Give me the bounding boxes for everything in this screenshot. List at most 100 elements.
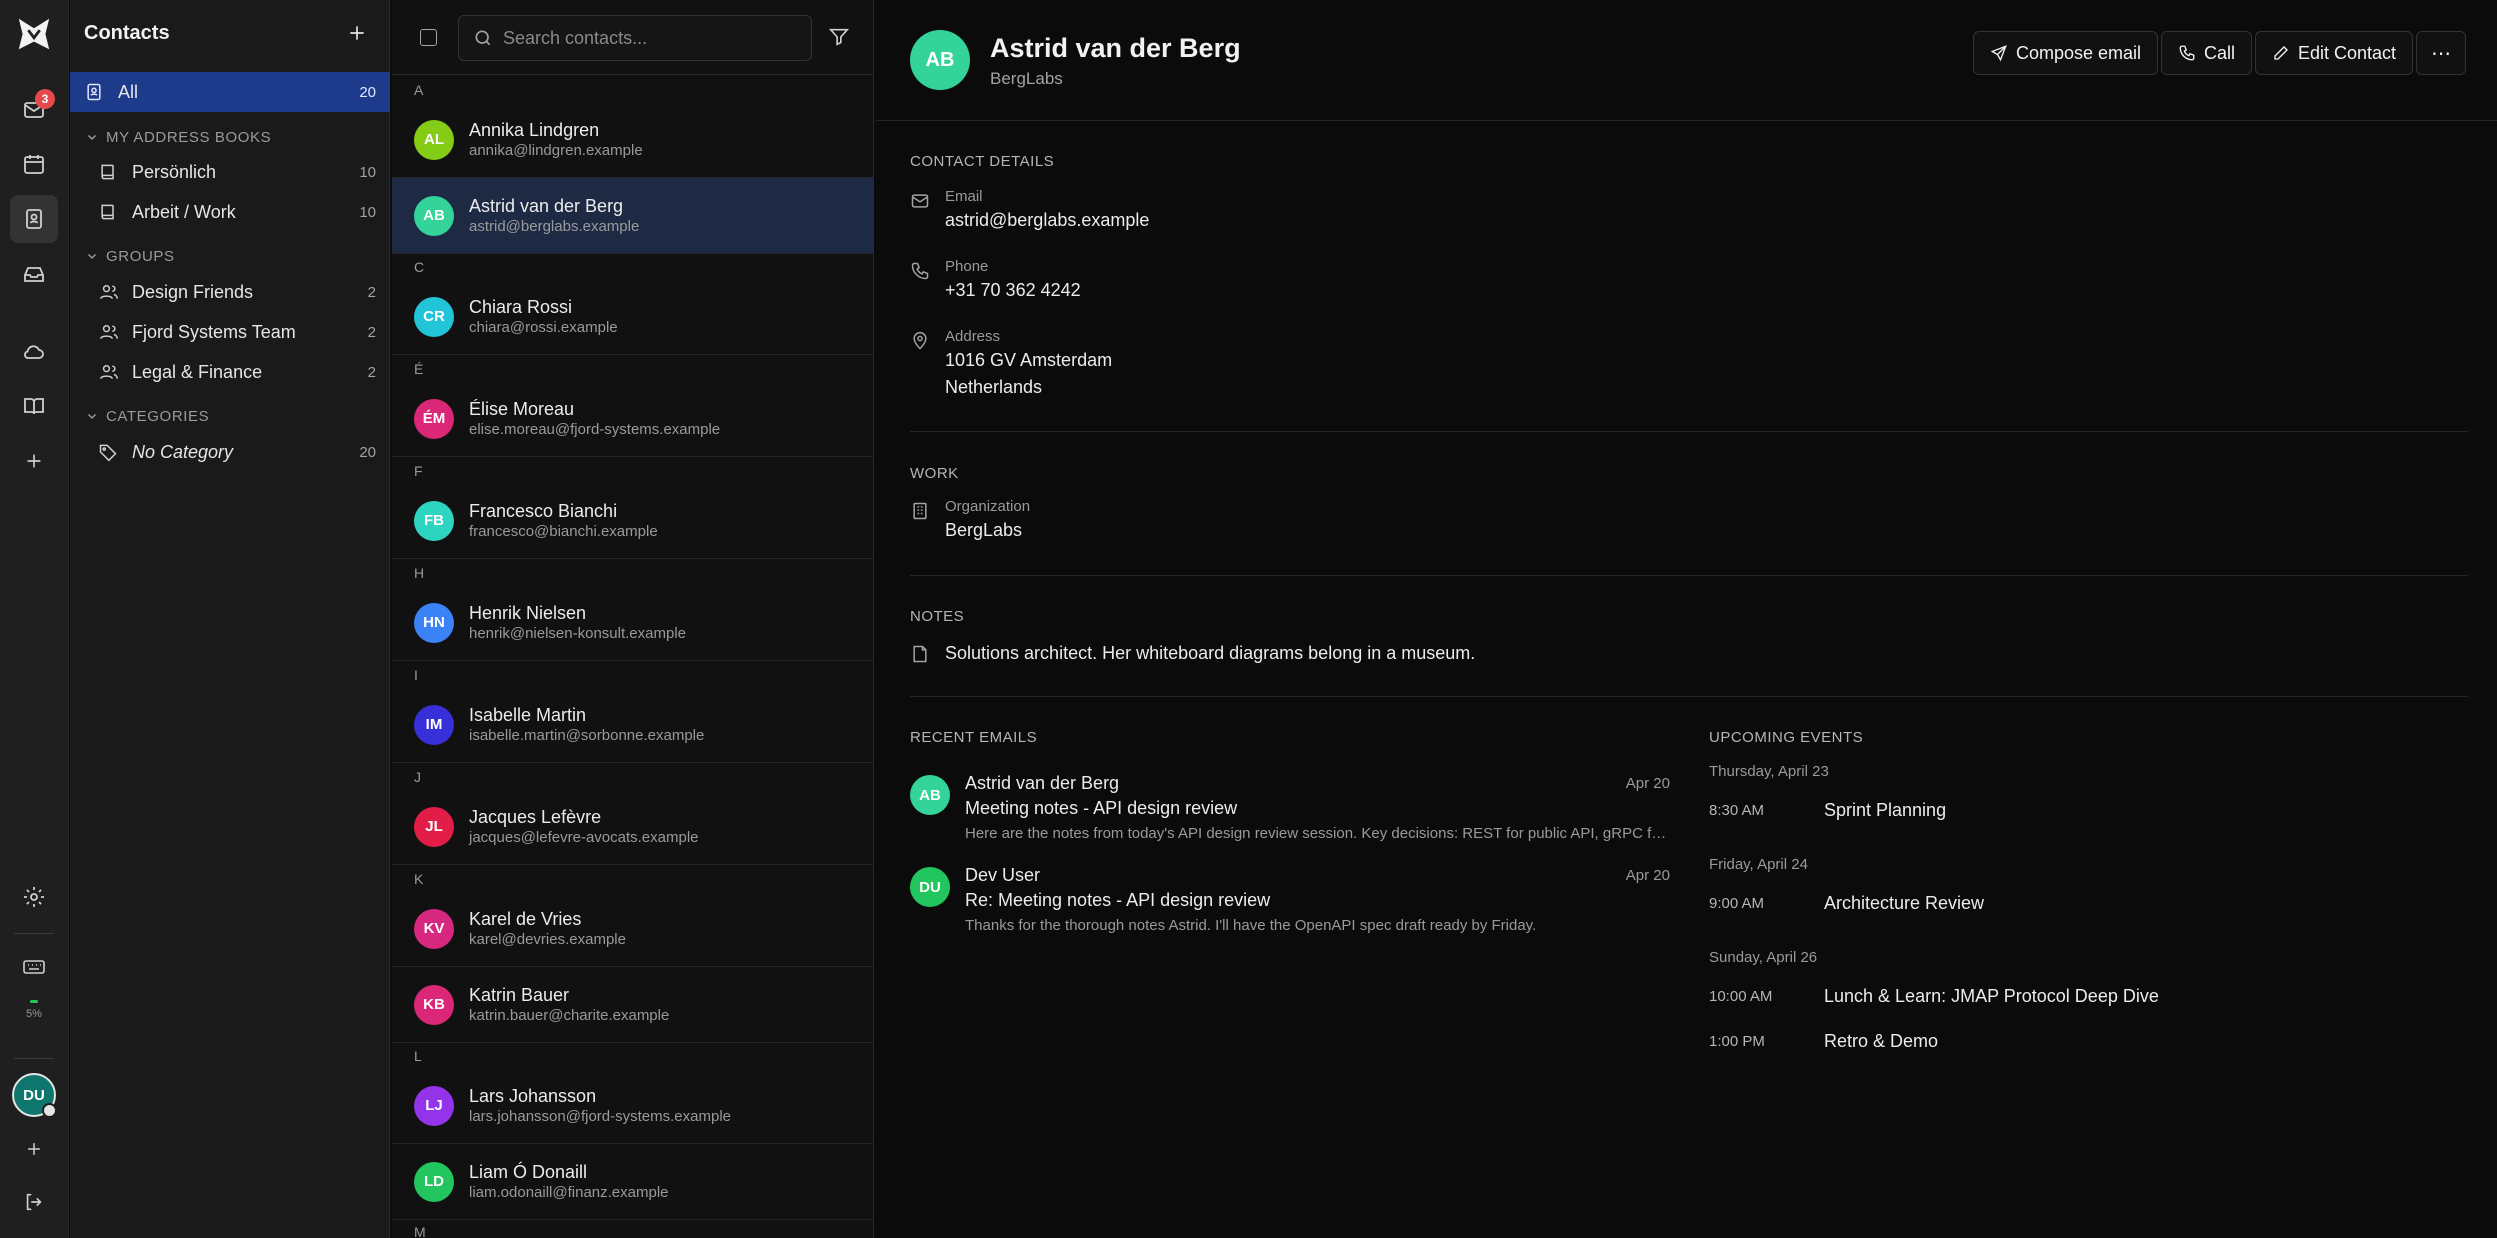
contact-row[interactable]: KB Katrin Bauer katrin.bauer@charite.exam… bbox=[392, 967, 873, 1043]
address-line-1: 1016 GV Amsterdam bbox=[945, 350, 1113, 370]
upcoming-events-heading: UPCOMING EVENTS bbox=[1709, 729, 1864, 746]
map-pin-icon bbox=[913, 331, 927, 350]
user-avatar[interactable]: DU bbox=[12, 1073, 57, 1118]
rail-calendar[interactable] bbox=[10, 140, 58, 188]
sidebar-item-label: Persönlich bbox=[132, 161, 217, 182]
more-actions-button[interactable]: ⋯ bbox=[2416, 31, 2466, 75]
contact-row[interactable]: KV Karel de Vries karel@devries.example bbox=[392, 891, 873, 967]
contact-name: Henrik Nielsen bbox=[469, 602, 587, 623]
contact-email: francesco@bianchi.example bbox=[469, 522, 658, 540]
contact-email: isabelle.martin@sorbonne.example bbox=[469, 726, 705, 744]
sidebar-item-fjord-systems-team[interactable]: Fjord Systems Team 2 bbox=[70, 312, 390, 352]
button-label: Edit Contact bbox=[2298, 42, 2397, 63]
contact-row[interactable]: AL Annika Lindgren annika@lindgren.exampl… bbox=[392, 102, 873, 178]
notes-heading: NOTES bbox=[910, 608, 965, 625]
contact-row[interactable]: JL Jacques Lefèvre jacques@lefevre-avocat… bbox=[392, 789, 873, 865]
email-snippet: Thanks for the thorough notes Astrid. I'… bbox=[965, 917, 1537, 934]
contact-name: Annika Lindgren bbox=[469, 119, 600, 140]
contact-row[interactable]: ÉM Élise Moreau elise.moreau@fjord-system… bbox=[392, 381, 873, 457]
recent-email-item[interactable]: AB Astrid van der Berg Apr 20 Meeting no… bbox=[910, 773, 1670, 853]
users-icon bbox=[98, 362, 120, 382]
rail-cloud[interactable] bbox=[10, 328, 58, 376]
sidebar-item-arbeit-work[interactable]: Arbeit / Work 10 bbox=[70, 192, 390, 232]
contact-row[interactable]: CR Chiara Rossi chiara@rossi.example bbox=[392, 279, 873, 355]
letter-header: M bbox=[414, 1224, 426, 1238]
phone-value[interactable]: +31 70 362 4242 bbox=[945, 277, 1081, 304]
rail-divider bbox=[14, 1058, 54, 1059]
section-groups[interactable]: GROUPS bbox=[86, 244, 175, 268]
search-box[interactable] bbox=[458, 15, 812, 61]
contact-details-heading: CONTACT DETAILS bbox=[910, 153, 1055, 170]
rail-contacts[interactable] bbox=[10, 195, 58, 243]
detail-organization: BergLabs bbox=[990, 69, 1063, 88]
field-label: Email bbox=[945, 188, 983, 205]
sidebar-item-no-category[interactable]: No Category 20 bbox=[70, 432, 390, 472]
contact-avatar: KV bbox=[414, 908, 454, 949]
contact-row[interactable]: HN Henrik Nielsen henrik@nielsen-konsult.… bbox=[392, 585, 873, 661]
sidebar-item-design-friends[interactable]: Design Friends 2 bbox=[70, 272, 390, 312]
rail-add-account[interactable] bbox=[10, 1125, 58, 1173]
rail-add-app[interactable] bbox=[10, 437, 58, 485]
inbox-tray-icon bbox=[24, 267, 44, 282]
event-item[interactable]: 10:00 AM Lunch & Learn: JMAP Protocol De… bbox=[1709, 986, 2309, 1007]
address-field: Address 1016 GV Amsterdam Netherlands bbox=[910, 327, 1112, 401]
sidebar-item-all[interactable]: All 20 bbox=[70, 72, 390, 112]
contact-name: Jacques Lefèvre bbox=[469, 806, 602, 827]
event-day-label: Sunday, April 26 bbox=[1709, 949, 1818, 966]
sidebar-item-count: 2 bbox=[367, 283, 376, 301]
plus-icon bbox=[27, 454, 41, 468]
quota-bar bbox=[30, 1000, 38, 1003]
sidebar-item-legal-finance[interactable]: Legal & Finance 2 bbox=[70, 352, 390, 392]
event-item[interactable]: 1:00 PM Retro & Demo bbox=[1709, 1031, 2309, 1052]
sidebar-item-count: 2 bbox=[367, 363, 376, 381]
rail-notes[interactable] bbox=[10, 382, 58, 430]
sidebar-item-count: 20 bbox=[359, 83, 376, 101]
contact-row[interactable]: LJ Lars Johansson lars.johansson@fjord-sy… bbox=[392, 1068, 873, 1144]
call-button[interactable]: Call bbox=[2161, 31, 2253, 75]
book-icon bbox=[98, 162, 120, 182]
letter-header: L bbox=[414, 1048, 422, 1064]
section-categories[interactable]: CATEGORIES bbox=[86, 404, 209, 428]
app-logo[interactable] bbox=[10, 10, 58, 58]
logo-icon bbox=[18, 18, 50, 50]
quota-label: 5% bbox=[26, 1008, 42, 1020]
rail-keyboard[interactable] bbox=[10, 943, 58, 991]
contact-name: Isabelle Martin bbox=[469, 704, 587, 725]
rail-mail[interactable]: 3 bbox=[10, 86, 58, 134]
email-snippet: Here are the notes from today's API desi… bbox=[965, 825, 1670, 842]
event-item[interactable]: 9:00 AM Architecture Review bbox=[1709, 893, 2309, 914]
rail-logout[interactable] bbox=[10, 1178, 58, 1226]
sidebar-item-personlich[interactable]: Persönlich 10 bbox=[70, 152, 390, 192]
filter-button[interactable] bbox=[828, 26, 850, 48]
email-value[interactable]: astrid@berglabs.example bbox=[945, 207, 1149, 234]
mail-icon bbox=[911, 194, 929, 208]
calendar-icon bbox=[24, 155, 44, 174]
letter-header: F bbox=[414, 463, 423, 479]
contact-name: Astrid van der Berg bbox=[469, 195, 624, 216]
section-address-books[interactable]: MY ADDRESS BOOKS bbox=[86, 125, 271, 149]
add-address-book-button[interactable] bbox=[342, 18, 372, 48]
pencil-icon bbox=[2274, 46, 2288, 60]
letter-header: K bbox=[414, 871, 424, 887]
sidebar-title: Contacts bbox=[84, 21, 170, 44]
work-heading: WORK bbox=[910, 465, 959, 482]
compose-email-button[interactable]: Compose email bbox=[1973, 31, 2159, 75]
filter-icon bbox=[828, 28, 850, 46]
contact-row-selected[interactable]: AB Astrid van der Berg astrid@berglabs.ex… bbox=[392, 178, 873, 254]
search-input[interactable] bbox=[503, 27, 793, 49]
edit-contact-button[interactable]: Edit Contact bbox=[2255, 31, 2414, 75]
contact-detail: AB Astrid van der Berg BergLabs Compose … bbox=[876, 0, 2497, 1238]
recent-email-item[interactable]: DU Dev User Apr 20 Re: Meeting notes - A… bbox=[910, 865, 1670, 945]
keyboard-icon bbox=[23, 960, 45, 974]
contact-row[interactable]: IM Isabelle Martin isabelle.martin@sorbon… bbox=[392, 687, 873, 763]
contact-row[interactable]: FB Francesco Bianchi francesco@bianchi.ex… bbox=[392, 483, 873, 559]
event-item[interactable]: 8:30 AM Sprint Planning bbox=[1709, 800, 2309, 821]
rail-drive[interactable] bbox=[10, 250, 58, 298]
contact-name: Élise Moreau bbox=[469, 398, 575, 419]
tag-icon bbox=[98, 442, 120, 462]
contact-row[interactable]: LD Liam Ó Donaill liam.odonaill@finanz.ex… bbox=[392, 1144, 873, 1220]
select-all-checkbox[interactable] bbox=[420, 29, 437, 46]
email-subject: Meeting notes - API design review bbox=[965, 798, 1238, 818]
rail-settings[interactable] bbox=[10, 873, 58, 921]
contact-name: Francesco Bianchi bbox=[469, 500, 618, 521]
